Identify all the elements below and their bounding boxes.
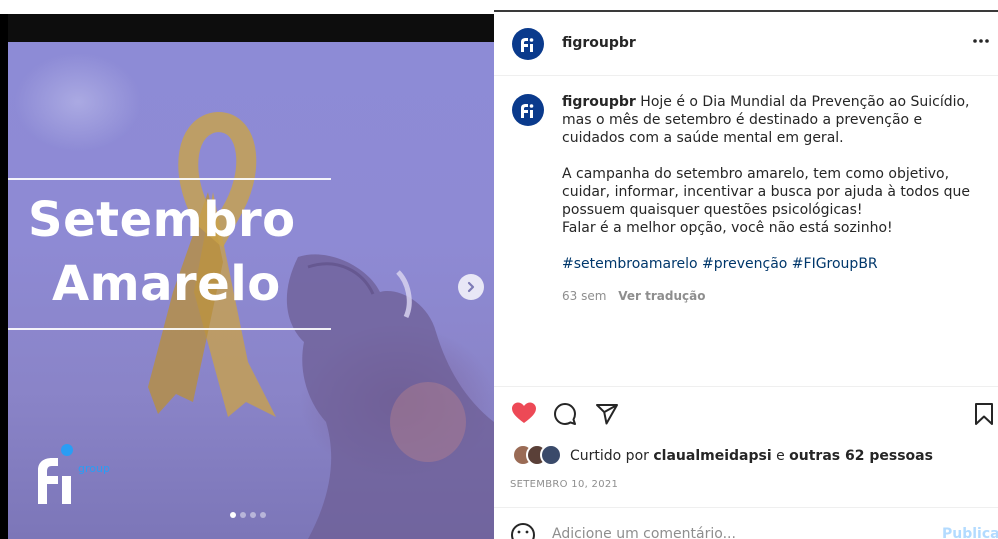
avatar (540, 444, 562, 466)
carousel-dot (240, 512, 246, 518)
comment-button[interactable] (552, 401, 578, 427)
brand-logo: group (32, 442, 122, 512)
caption-avatar[interactable] (512, 94, 544, 126)
fi-avatar-logo-icon (521, 38, 534, 52)
emoji-icon (511, 523, 535, 539)
liked-by-others[interactable]: outras 62 pessoas (789, 448, 933, 464)
post-date[interactable]: SETEMBRO 10, 2021 (510, 479, 618, 490)
media-title-line2: Amarelo (52, 256, 281, 312)
comment-icon (554, 403, 576, 425)
share-button[interactable] (594, 401, 620, 427)
carousel-next-button[interactable] (458, 274, 484, 300)
carousel-dot (260, 512, 266, 518)
carousel-dot (250, 512, 256, 518)
comment-box: Publicar (494, 508, 998, 539)
more-options-button[interactable] (972, 32, 990, 46)
top-strip (0, 0, 494, 14)
publish-button[interactable]: Publicar (942, 526, 998, 539)
caption-username[interactable]: figroupbr (562, 94, 636, 110)
logo-word: group (78, 462, 110, 475)
liked-by-user[interactable]: claualmeidapsi (653, 448, 771, 464)
fi-logo-mark (38, 444, 73, 504)
post-media: Setembro Amarelo group (0, 0, 494, 539)
post-caption: figroupbr Hoje é o Dia Mundial da Preven… (562, 93, 982, 273)
carousel-dot-active (230, 512, 236, 518)
liked-by-prefix: Curtido por (570, 448, 649, 464)
fi-avatar-logo-icon (521, 104, 534, 118)
more-icon (973, 39, 989, 43)
liked-by-text: Curtido por claualmeidapsi e outras 62 p… (570, 448, 933, 464)
divider-top (8, 178, 331, 180)
caption-meta: 63 sem Ver tradução (562, 289, 705, 303)
caption-paragraph-2-line2: Falar é a melhor opção, você não está so… (562, 220, 893, 236)
divider-bottom (8, 328, 331, 330)
share-icon (596, 404, 618, 425)
comment-input[interactable] (552, 526, 932, 539)
bookmark-icon (975, 403, 993, 425)
post-detail-panel: figroupbr figroupbr Hoje é o Dia Mundial… (494, 0, 998, 539)
translate-link[interactable]: Ver tradução (618, 289, 705, 303)
actions-divider (494, 386, 998, 387)
liked-by-conjunction: e (776, 448, 785, 464)
post-age: 63 sem (562, 289, 607, 303)
carousel-indicators (230, 512, 266, 518)
header-username[interactable]: figroupbr (562, 35, 636, 51)
save-button[interactable] (972, 401, 996, 427)
media-title-line1: Setembro (28, 192, 296, 248)
post-header: figroupbr (494, 12, 998, 76)
heart-icon (512, 402, 536, 423)
media-letterbox (8, 14, 494, 42)
chevron-right-icon (467, 281, 475, 293)
avatar[interactable] (512, 28, 544, 60)
liked-by-avatars[interactable] (512, 444, 566, 466)
post-image[interactable]: Setembro Amarelo group (8, 42, 494, 539)
caption-paragraph-2: A campanha do setembro amarelo, tem como… (562, 166, 970, 218)
caption-hashtags[interactable]: #setembroamarelo #prevenção #FIGroupBR (562, 255, 982, 273)
like-button[interactable] (510, 400, 538, 426)
emoji-button[interactable] (510, 522, 536, 539)
